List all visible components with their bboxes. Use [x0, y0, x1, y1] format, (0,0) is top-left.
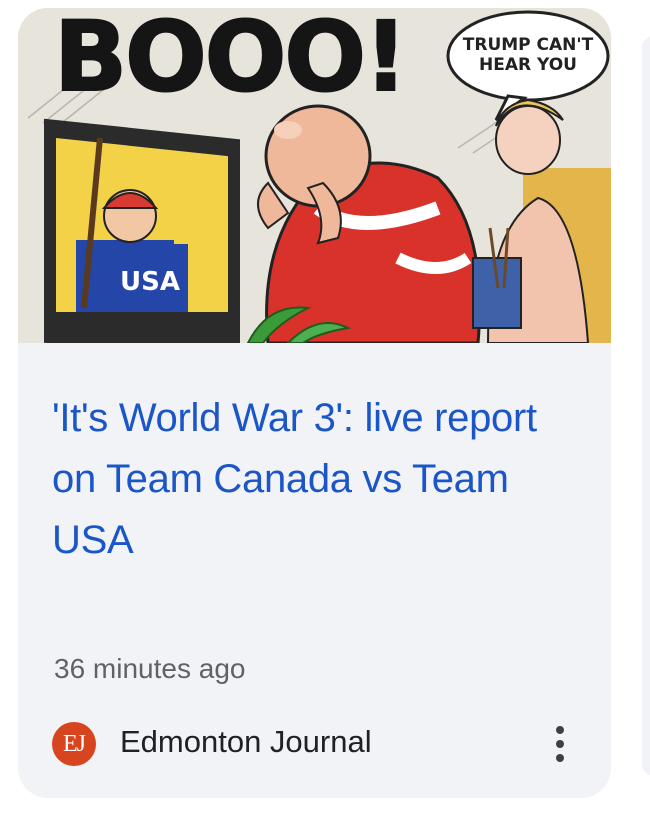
article-headline[interactable]: 'It's World War 3': live report on Team …	[52, 388, 582, 571]
article-timestamp: 36 minutes ago	[54, 653, 246, 684]
editorial-cartoon-image: BOOO! TRUMP CAN'T HEAR YOU USA	[18, 8, 611, 343]
article-source-row: EJ Edmonton Journal	[52, 714, 580, 770]
speech-bubble-line-1: TRUMP CAN'T	[463, 35, 594, 55]
publisher-logo-icon: EJ	[52, 722, 96, 766]
jersey-text: USA	[120, 267, 180, 297]
publisher-name[interactable]: Edmonton Journal	[120, 724, 372, 760]
cartoon-banner-text: BOOO!	[54, 8, 406, 113]
speech-bubble-line-2: HEAR YOU	[479, 55, 577, 75]
more-options-button[interactable]	[540, 716, 580, 772]
news-article-card[interactable]: BOOO! TRUMP CAN'T HEAR YOU USA 'It's Wor…	[18, 8, 611, 798]
next-article-card-edge[interactable]	[642, 36, 650, 776]
news-feed: BOOO! TRUMP CAN'T HEAR YOU USA 'It's Wor…	[0, 0, 650, 815]
article-thumbnail[interactable]: BOOO! TRUMP CAN'T HEAR YOU USA	[18, 8, 611, 343]
